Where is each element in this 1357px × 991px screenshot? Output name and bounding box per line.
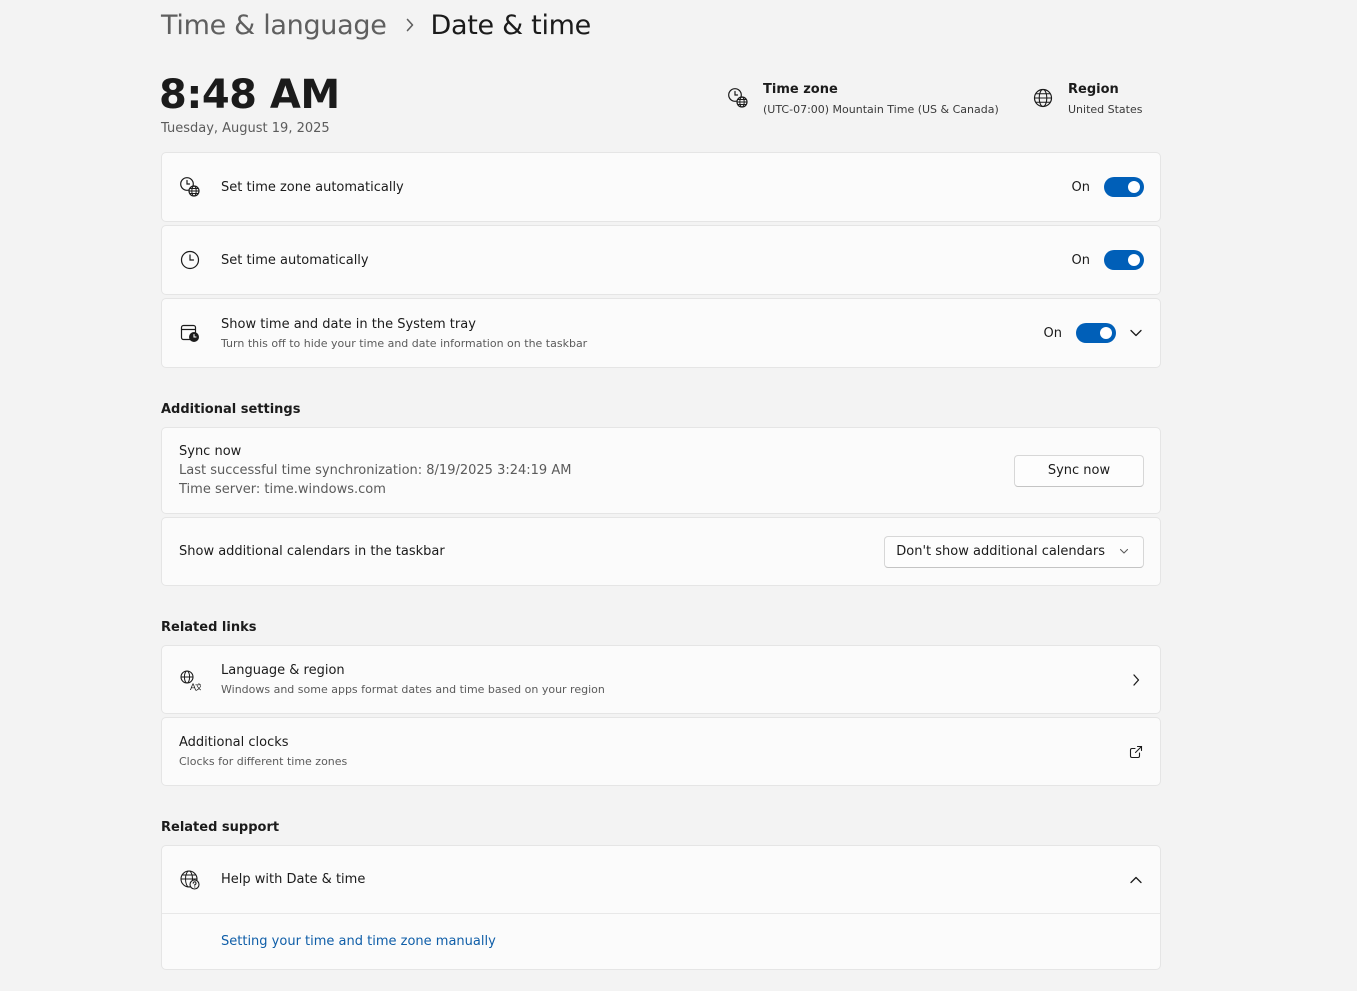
region-info: Region United States	[1032, 82, 1143, 116]
breadcrumb: Time & language Date & time	[161, 6, 591, 44]
help-header[interactable]: Help with Date & time	[162, 846, 1160, 913]
region-title: Region	[1068, 82, 1119, 97]
system-tray-toggle[interactable]	[1076, 323, 1116, 343]
chevron-down-icon[interactable]	[1128, 325, 1144, 341]
toggle-state-label: On	[1071, 179, 1090, 195]
additional-clocks-link[interactable]: Additional clocks Clocks for different t…	[161, 717, 1161, 786]
globe-icon	[1032, 87, 1054, 109]
clock-icon	[179, 249, 201, 271]
setting-timezone-auto: Set time zone automatically On	[161, 152, 1161, 222]
page-title: Date & time	[430, 9, 592, 41]
timezone-title: Time zone	[763, 82, 838, 97]
calendar-clock-icon	[179, 322, 201, 344]
toggle-state-label: On	[1071, 252, 1090, 268]
chevron-right-icon	[1128, 672, 1144, 688]
section-header-related-support: Related support	[161, 820, 280, 835]
help-card: Help with Date & time Setting your time …	[161, 845, 1161, 970]
external-link-icon	[1128, 744, 1144, 760]
link-description: Windows and some apps format dates and t…	[221, 683, 605, 696]
timezone-value: (UTC-07:00) Mountain Time (US & Canada)	[763, 103, 999, 116]
help-title: Help with Date & time	[221, 872, 366, 887]
timezone-auto-toggle[interactable]	[1104, 177, 1144, 197]
setting-label: Show time and date in the System tray	[221, 316, 476, 332]
calendars-selected: Don't show additional calendars	[896, 544, 1105, 559]
section-header-additional: Additional settings	[161, 402, 301, 417]
divider	[162, 913, 1160, 914]
svg-text:文: 文	[195, 682, 201, 691]
chevron-up-icon	[1128, 872, 1144, 888]
setting-label: Set time zone automatically	[221, 179, 404, 195]
timezone-info: Time zone (UTC-07:00) Mountain Time (US …	[727, 82, 999, 116]
setting-description: Turn this off to hide your time and date…	[221, 336, 588, 350]
clock-globe-icon	[727, 87, 749, 109]
link-title: Additional clocks	[179, 735, 289, 750]
section-header-related-links: Related links	[161, 620, 257, 635]
help-link[interactable]: Setting your time and time zone manually	[221, 934, 496, 949]
help-globe-icon	[179, 869, 201, 891]
current-date: Tuesday, August 19, 2025	[161, 121, 330, 136]
toggle-knob	[1100, 327, 1112, 339]
language-icon: A 文	[179, 669, 201, 691]
link-description: Clocks for different time zones	[179, 755, 348, 768]
current-time: 8:48 AM	[159, 72, 340, 118]
sync-card: Sync now Last successful time synchroniz…	[161, 427, 1161, 514]
calendars-dropdown[interactable]: Don't show additional calendars	[884, 535, 1144, 568]
sync-title: Sync now	[179, 444, 242, 459]
toggle-knob	[1128, 181, 1140, 193]
toggle-state-label: On	[1043, 325, 1062, 341]
calendars-label: Show additional calendars in the taskbar	[179, 544, 445, 559]
language-region-link[interactable]: A 文 Language & region Windows and some a…	[161, 645, 1161, 714]
sync-server: Time server: time.windows.com	[179, 482, 386, 497]
clock-globe-icon	[179, 176, 201, 198]
link-title: Language & region	[221, 663, 345, 678]
sync-last: Last successful time synchronization: 8/…	[179, 463, 572, 478]
toggle-knob	[1128, 254, 1140, 266]
breadcrumb-parent[interactable]: Time & language	[161, 10, 387, 41]
setting-label: Set time automatically	[221, 252, 369, 268]
chevron-right-icon	[405, 18, 415, 32]
setting-system-tray[interactable]: Show time and date in the System tray Tu…	[161, 298, 1161, 368]
setting-time-auto: Set time automatically On	[161, 225, 1161, 295]
sync-now-button[interactable]: Sync now	[1014, 454, 1144, 487]
calendars-card: Show additional calendars in the taskbar…	[161, 517, 1161, 586]
time-auto-toggle[interactable]	[1104, 250, 1144, 270]
chevron-down-icon	[1119, 548, 1129, 555]
region-value: United States	[1068, 103, 1143, 116]
